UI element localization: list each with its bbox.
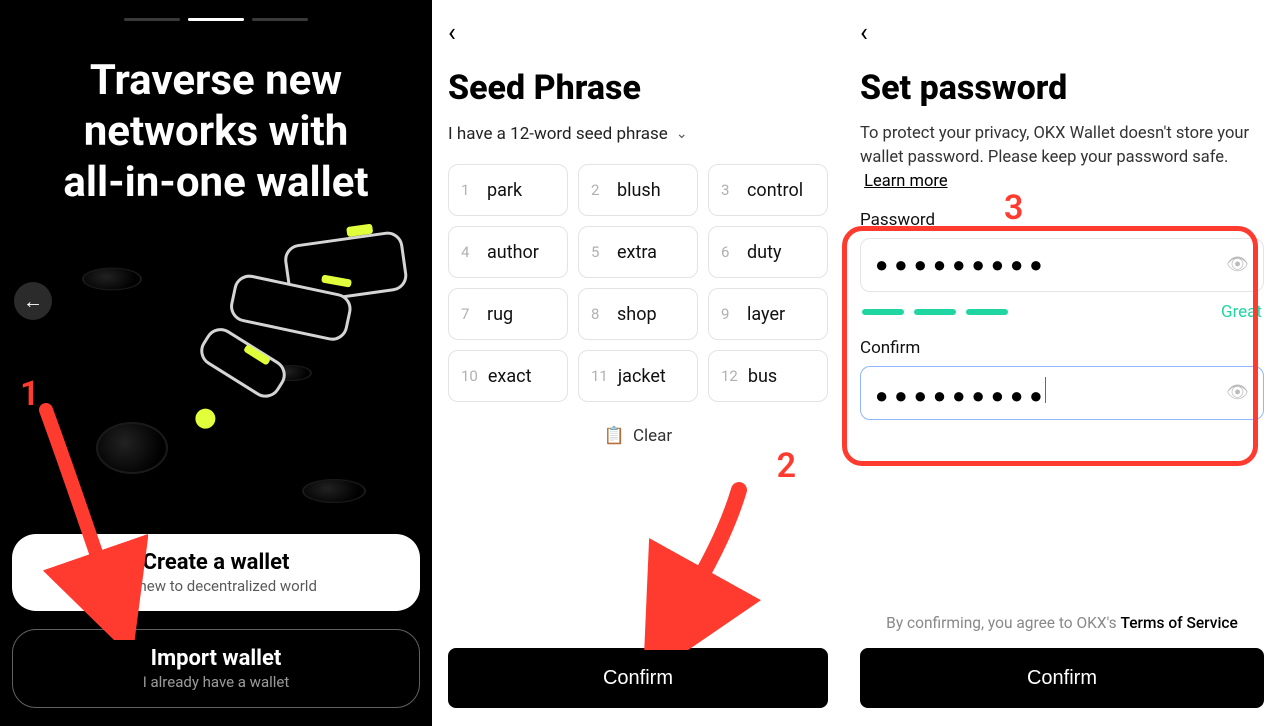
title-line-3: all-in-one wallet: [63, 158, 368, 207]
progress-seg-1: [124, 18, 180, 21]
seed-index: 12: [721, 367, 738, 385]
robot-finger-illustration: [141, 209, 424, 423]
confirm-seed-button[interactable]: Confirm: [448, 648, 828, 708]
confirm-button-label: Confirm: [1027, 667, 1097, 689]
chevron-left-icon: ‹: [448, 18, 456, 48]
seed-word: extra: [617, 242, 657, 263]
import-wallet-label: Import wallet: [25, 646, 407, 671]
title-line-1: Traverse new: [90, 56, 342, 105]
seed-word-cell[interactable]: 1 park: [448, 164, 568, 216]
seed-word: layer: [747, 304, 785, 325]
set-password-panel: ‹ Set password To protect your privacy, …: [844, 0, 1280, 726]
desc-text: To protect your privacy, OKX Wallet does…: [860, 124, 1249, 167]
seed-word-cell[interactable]: 10 exact: [448, 350, 568, 402]
seed-phrase-panel: ‹ Seed Phrase I have a 12-word seed phra…: [432, 0, 844, 726]
seed-word-cell[interactable]: 3 control: [708, 164, 828, 216]
seed-word: duty: [747, 242, 781, 263]
confirm-label: Confirm: [603, 667, 673, 689]
coin-icon: [96, 422, 168, 474]
seed-word-cell[interactable]: 7 rug: [448, 288, 568, 340]
tos-line: By confirming, you agree to OKX's Terms …: [860, 614, 1264, 632]
tos-prefix: By confirming, you agree to OKX's: [886, 614, 1120, 632]
seed-word: blush: [617, 180, 661, 201]
progress-seg-3: [252, 18, 308, 21]
seed-index: 8: [591, 305, 607, 323]
seed-word: control: [747, 180, 803, 201]
progress-indicator: [12, 18, 420, 21]
seed-word-cell[interactable]: 8 shop: [578, 288, 698, 340]
seed-phrase-grid: 1 park 2 blush 3 control 4 author 5 extra 6 duty 7 ru…: [448, 164, 828, 402]
import-wallet-button[interactable]: Import wallet I already have a wallet: [12, 629, 420, 708]
create-wallet-sub: I'm new to decentralized world: [24, 577, 408, 595]
set-password-title: Set password: [860, 68, 1264, 108]
clipboard-icon: 📋: [604, 426, 625, 446]
import-wallet-sub: I already have a wallet: [25, 673, 407, 691]
seed-word: park: [487, 180, 522, 201]
back-button[interactable]: ‹: [860, 18, 892, 48]
title-line-2: networks with: [84, 107, 349, 156]
seed-index: 10: [461, 367, 478, 385]
chevron-left-icon: ‹: [860, 18, 868, 48]
seed-index: 1: [461, 181, 477, 199]
seed-word: exact: [488, 366, 532, 387]
seed-index: 4: [461, 243, 477, 261]
confirm-password-button[interactable]: Confirm: [860, 648, 1264, 708]
seed-word: author: [487, 242, 539, 263]
seed-word: bus: [748, 366, 777, 387]
seed-index: 7: [461, 305, 477, 323]
seed-word: shop: [617, 304, 657, 325]
onboarding-panel: Traverse new networks with all-in-one wa…: [0, 0, 432, 726]
annotation-highlight-box: [842, 226, 1258, 466]
clear-label: Clear: [633, 426, 672, 446]
coin-icon: [82, 267, 142, 290]
seed-word: jacket: [618, 366, 666, 387]
seed-index: 11: [591, 367, 608, 385]
back-button[interactable]: ‹: [448, 18, 480, 48]
set-password-description: To protect your privacy, OKX Wallet does…: [860, 122, 1264, 194]
progress-seg-2: [188, 18, 244, 21]
hero-illustration: [12, 219, 420, 534]
seed-word-cell[interactable]: 4 author: [448, 226, 568, 278]
chevron-down-icon: ⌄: [676, 126, 688, 142]
seed-word-cell[interactable]: 2 blush: [578, 164, 698, 216]
seed-index: 9: [721, 305, 737, 323]
learn-more-link[interactable]: Learn more: [864, 172, 947, 191]
seed-index: 5: [591, 243, 607, 261]
onboarding-title: Traverse new networks with all-in-one wa…: [12, 55, 420, 209]
create-wallet-label: Create a wallet: [24, 550, 408, 575]
coin-icon: [302, 479, 366, 503]
seed-word: rug: [487, 304, 513, 325]
seed-length-selector[interactable]: I have a 12-word seed phrase ⌄: [448, 124, 828, 144]
seed-word-cell[interactable]: 6 duty: [708, 226, 828, 278]
seed-word-cell[interactable]: 11 jacket: [578, 350, 698, 402]
seed-index: 3: [721, 181, 737, 199]
create-wallet-button[interactable]: Create a wallet I'm new to decentralized…: [12, 534, 420, 611]
seed-word-cell[interactable]: 5 extra: [578, 226, 698, 278]
seed-phrase-title: Seed Phrase: [448, 68, 828, 108]
seed-index: 6: [721, 243, 737, 261]
clear-button[interactable]: 📋 Clear: [448, 426, 828, 446]
seed-length-label: I have a 12-word seed phrase: [448, 124, 668, 144]
tos-link[interactable]: Terms of Service: [1121, 614, 1238, 632]
seed-index: 2: [591, 181, 607, 199]
seed-word-cell[interactable]: 12 bus: [708, 350, 828, 402]
seed-word-cell[interactable]: 9 layer: [708, 288, 828, 340]
